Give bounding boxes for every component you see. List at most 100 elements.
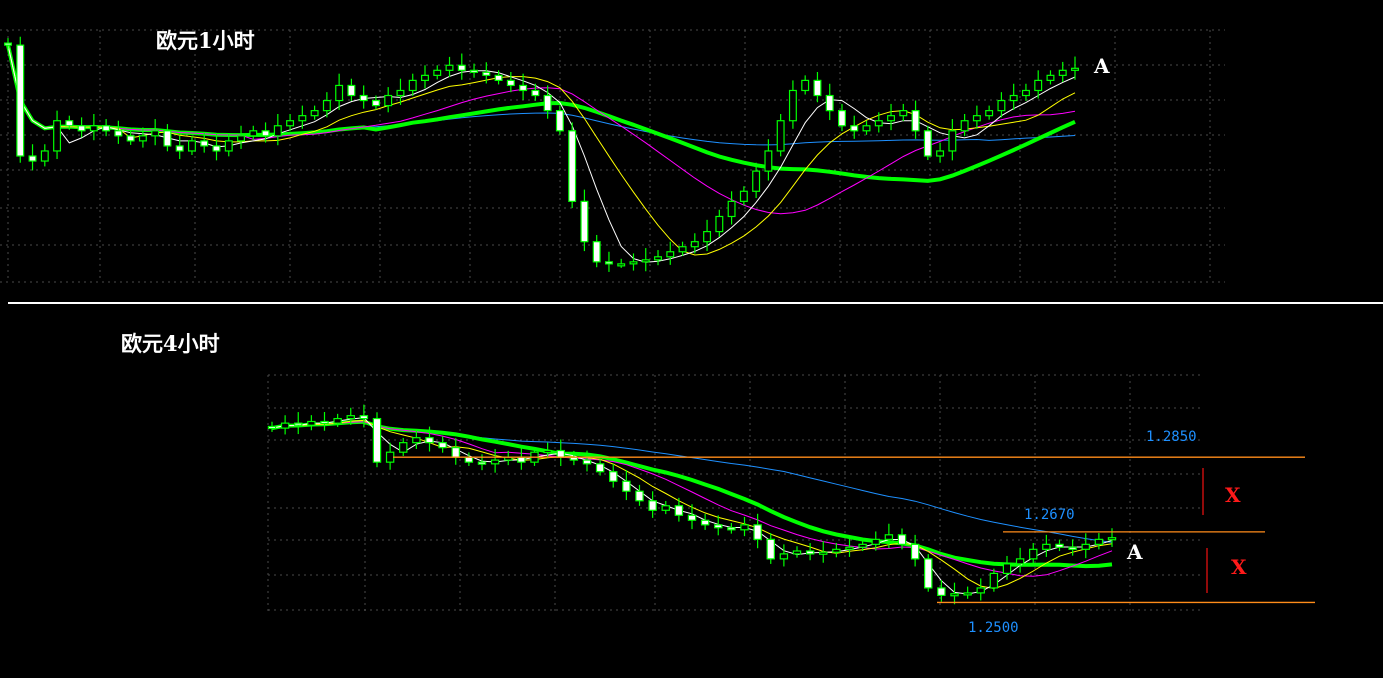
candle [482,71,491,76]
candle [333,417,342,424]
candle [582,459,592,465]
candle [490,459,500,465]
candle [470,69,479,73]
candle [40,150,49,162]
candle [421,74,429,82]
candle [819,551,828,555]
candle [884,534,894,540]
candle [703,231,712,243]
candle [739,190,748,202]
candle [776,120,785,152]
candle [813,79,822,97]
candle [997,99,1006,112]
candle [1015,558,1025,565]
candle [595,463,605,473]
candle [862,125,871,132]
candle [335,84,344,102]
candle [1081,543,1090,550]
candle [654,256,662,261]
candle [163,130,172,147]
candle [592,241,601,263]
candle [531,89,540,97]
candle [519,84,528,92]
candle [924,558,933,589]
candle [347,84,356,97]
candle [976,587,985,594]
candle [249,130,258,137]
candle [1068,546,1077,550]
chart-title-1h: 欧元1小时 [156,28,255,53]
candle [412,437,421,444]
candle [477,461,487,465]
candle [936,150,945,157]
annotation-a-1h: A [1094,54,1110,78]
candle [635,490,644,502]
candle [53,120,62,152]
candle [1009,94,1018,102]
candle [457,64,466,71]
candle [801,79,810,92]
candle [28,155,37,162]
candle [89,125,98,132]
candle [887,115,896,122]
annotation-a-4h: A [1127,540,1143,564]
candle [16,44,25,157]
level-label-1-2500: 1.2500 [968,620,1019,636]
candle [102,125,111,132]
candle [1002,563,1012,574]
candle [727,200,736,218]
candle [805,550,815,555]
candle [237,135,245,142]
candle [779,553,789,560]
candle [408,79,417,92]
candle [715,215,724,233]
candle [1071,67,1079,71]
candle [371,99,380,107]
candle [555,110,564,132]
candle [911,110,920,132]
candle [399,442,408,453]
candle [604,261,613,265]
candle [151,130,160,137]
candle [950,593,959,597]
candle [838,110,846,127]
annotation-x-upper: X [1225,483,1241,507]
candle [700,519,710,526]
candle [175,145,184,152]
candle [845,546,854,550]
candle [985,110,994,117]
candle [766,538,775,560]
candle [359,94,368,102]
candle [629,261,638,265]
moving-average-5 [7,44,1076,263]
candle [641,259,650,263]
candle [687,514,697,521]
candle [580,200,589,243]
candle [385,451,395,463]
candle [752,170,761,192]
annotation-x-lower: X [1231,555,1247,579]
candle [267,425,277,430]
candle [661,505,670,511]
candle [445,64,454,71]
candle [788,89,797,122]
candle [972,115,981,122]
candle [494,74,503,82]
candle [4,42,12,46]
candle [871,538,880,545]
candle [372,417,382,463]
candle [359,415,369,420]
candle [948,130,957,152]
candle [310,110,319,117]
candle [425,437,434,444]
candle [850,125,859,132]
candle [451,447,460,458]
candle [273,125,282,137]
candle [298,115,307,122]
chart-title-4h: 欧元4小时 [121,331,220,356]
candle [897,534,907,545]
candle [346,415,355,420]
level-label-1-2670: 1.2670 [1024,507,1075,523]
candle [556,449,565,458]
candle [1029,548,1038,560]
